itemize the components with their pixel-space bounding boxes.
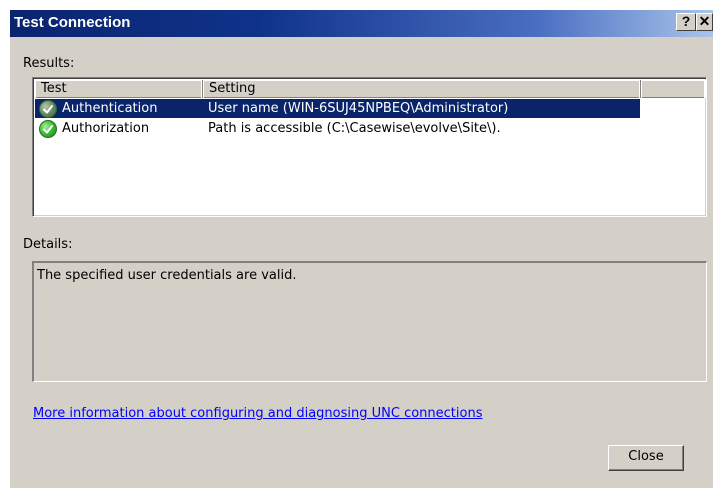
result-setting: Path is accessible (C:\Casewise\evolve\S…	[208, 121, 501, 136]
details-label: Details:	[23, 237, 73, 252]
close-button[interactable]: Close	[608, 445, 684, 471]
dialog-body: Results: Test Setting Authentication Use…	[10, 37, 713, 488]
result-row-authentication[interactable]: Authentication User name (WIN-6SUJ45NPBE…	[35, 99, 640, 118]
test-connection-dialog: Test Connection ? ✕ Results: Test Settin…	[0, 0, 713, 488]
column-header-empty	[641, 80, 706, 98]
check-icon	[39, 120, 57, 138]
help-button[interactable]: ?	[676, 13, 696, 31]
details-box: The specified user credentials are valid…	[32, 261, 707, 382]
result-setting: User name (WIN-6SUJ45NPBEQ\Administrator…	[208, 101, 509, 116]
column-header-test[interactable]: Test	[35, 80, 203, 98]
unc-help-link[interactable]: More information about configuring and d…	[33, 406, 482, 421]
check-icon	[39, 100, 57, 118]
details-text: The specified user credentials are valid…	[37, 268, 297, 283]
results-list[interactable]: Test Setting Authentication User name (W…	[32, 77, 707, 217]
window-title: Test Connection	[14, 14, 131, 31]
result-test-name: Authentication	[62, 101, 158, 116]
column-header-setting[interactable]: Setting	[203, 80, 641, 98]
results-label: Results:	[23, 56, 75, 71]
result-row-authorization[interactable]: Authorization Path is accessible (C:\Cas…	[35, 119, 640, 138]
results-header: Test Setting	[35, 80, 704, 98]
result-test-name: Authorization	[62, 121, 150, 136]
window-close-button[interactable]: ✕	[696, 13, 713, 31]
title-bar: Test Connection ? ✕	[0, 0, 713, 37]
